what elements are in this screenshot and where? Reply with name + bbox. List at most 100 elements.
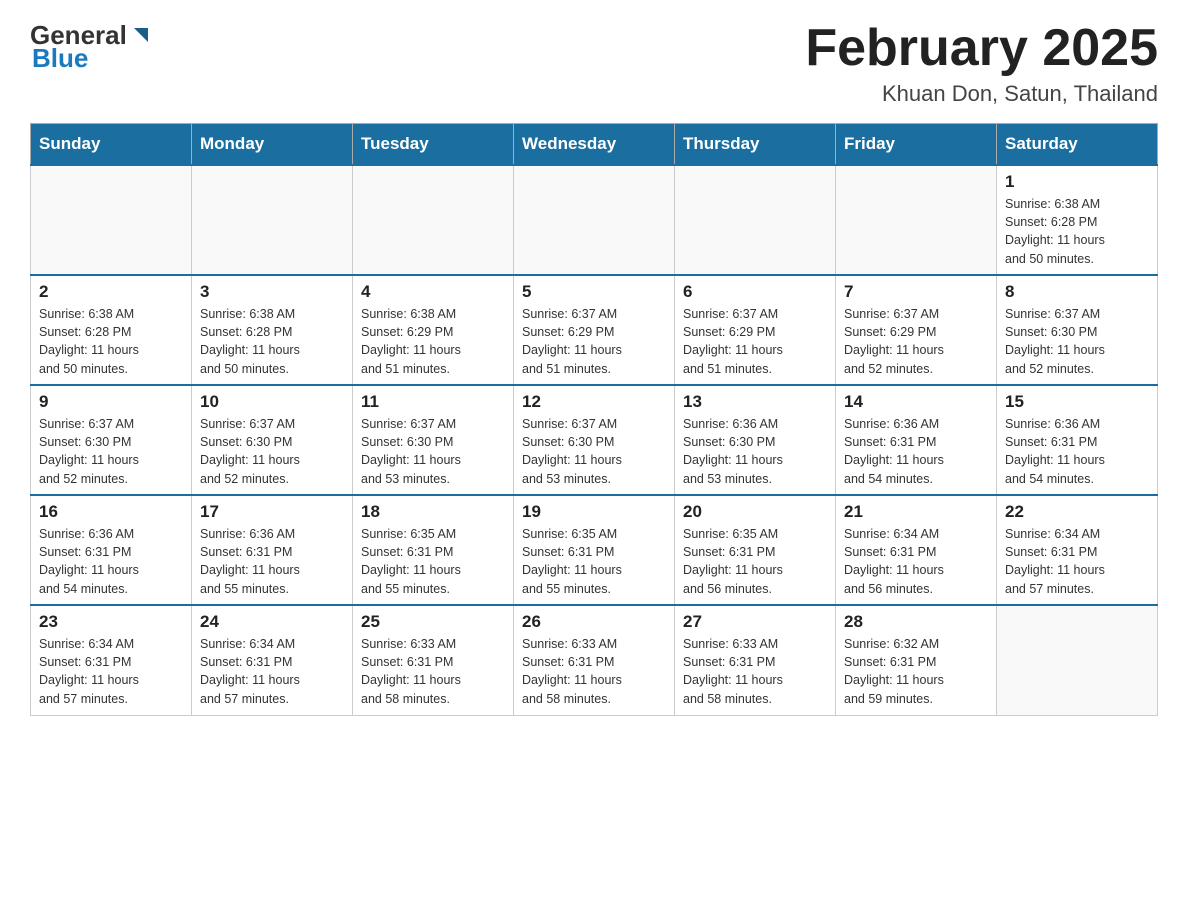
calendar-cell: 12 Sunrise: 6:37 AM Sunset: 6:30 PM Dayli… (514, 385, 675, 495)
day-number: 15 (1005, 392, 1149, 412)
weekday-header-thursday: Thursday (675, 124, 836, 166)
day-number: 23 (39, 612, 183, 632)
day-info: Sunrise: 6:36 AM Sunset: 6:31 PM Dayligh… (844, 415, 988, 488)
logo-blue-text: Blue (32, 43, 88, 74)
day-number: 20 (683, 502, 827, 522)
day-info: Sunrise: 6:35 AM Sunset: 6:31 PM Dayligh… (522, 525, 666, 598)
day-info: Sunrise: 6:36 AM Sunset: 6:31 PM Dayligh… (200, 525, 344, 598)
calendar-cell: 19 Sunrise: 6:35 AM Sunset: 6:31 PM Dayli… (514, 495, 675, 605)
calendar-cell: 26 Sunrise: 6:33 AM Sunset: 6:31 PM Dayli… (514, 605, 675, 715)
calendar-cell: 9 Sunrise: 6:37 AM Sunset: 6:30 PM Daylig… (31, 385, 192, 495)
calendar-cell: 23 Sunrise: 6:34 AM Sunset: 6:31 PM Dayli… (31, 605, 192, 715)
weekday-header-row: SundayMondayTuesdayWednesdayThursdayFrid… (31, 124, 1158, 166)
day-info: Sunrise: 6:33 AM Sunset: 6:31 PM Dayligh… (361, 635, 505, 708)
day-info: Sunrise: 6:37 AM Sunset: 6:29 PM Dayligh… (522, 305, 666, 378)
calendar-cell (836, 165, 997, 275)
calendar-cell: 25Sunrise: 6:33 AM Sunset: 6:31 PM Dayli… (353, 605, 514, 715)
day-number: 6 (683, 282, 827, 302)
calendar-cell: 24 Sunrise: 6:34 AM Sunset: 6:31 PM Dayli… (192, 605, 353, 715)
calendar-cell (514, 165, 675, 275)
day-number: 28 (844, 612, 988, 632)
day-number: 10 (200, 392, 344, 412)
day-info: Sunrise: 6:33 AM Sunset: 6:31 PM Dayligh… (683, 635, 827, 708)
day-info: Sunrise: 6:36 AM Sunset: 6:31 PM Dayligh… (1005, 415, 1149, 488)
calendar-cell: 10 Sunrise: 6:37 AM Sunset: 6:30 PM Dayli… (192, 385, 353, 495)
day-info: Sunrise: 6:37 AM Sunset: 6:30 PM Dayligh… (1005, 305, 1149, 378)
calendar-week-row: 9 Sunrise: 6:37 AM Sunset: 6:30 PM Daylig… (31, 385, 1158, 495)
location-title: Khuan Don, Satun, Thailand (805, 81, 1158, 107)
day-number: 13 (683, 392, 827, 412)
calendar-cell: 16 Sunrise: 6:36 AM Sunset: 6:31 PM Dayli… (31, 495, 192, 605)
day-info: Sunrise: 6:34 AM Sunset: 6:31 PM Dayligh… (200, 635, 344, 708)
calendar-cell: 7 Sunrise: 6:37 AM Sunset: 6:29 PM Daylig… (836, 275, 997, 385)
day-info: Sunrise: 6:38 AM Sunset: 6:29 PM Dayligh… (361, 305, 505, 378)
day-number: 7 (844, 282, 988, 302)
calendar-week-row: 23 Sunrise: 6:34 AM Sunset: 6:31 PM Dayli… (31, 605, 1158, 715)
day-info: Sunrise: 6:35 AM Sunset: 6:31 PM Dayligh… (361, 525, 505, 598)
calendar-cell: 2 Sunrise: 6:38 AM Sunset: 6:28 PM Daylig… (31, 275, 192, 385)
day-info: Sunrise: 6:34 AM Sunset: 6:31 PM Dayligh… (39, 635, 183, 708)
day-info: Sunrise: 6:32 AM Sunset: 6:31 PM Dayligh… (844, 635, 988, 708)
calendar-cell: 17 Sunrise: 6:36 AM Sunset: 6:31 PM Dayli… (192, 495, 353, 605)
weekday-header-wednesday: Wednesday (514, 124, 675, 166)
day-info: Sunrise: 6:37 AM Sunset: 6:30 PM Dayligh… (361, 415, 505, 488)
day-number: 5 (522, 282, 666, 302)
calendar-week-row: 2 Sunrise: 6:38 AM Sunset: 6:28 PM Daylig… (31, 275, 1158, 385)
calendar-cell: 14Sunrise: 6:36 AM Sunset: 6:31 PM Dayli… (836, 385, 997, 495)
day-number: 3 (200, 282, 344, 302)
title-area: February 2025 Khuan Don, Satun, Thailand (805, 20, 1158, 107)
day-number: 8 (1005, 282, 1149, 302)
day-number: 16 (39, 502, 183, 522)
calendar-cell: 15 Sunrise: 6:36 AM Sunset: 6:31 PM Dayli… (997, 385, 1158, 495)
day-number: 26 (522, 612, 666, 632)
weekday-header-tuesday: Tuesday (353, 124, 514, 166)
calendar-cell (353, 165, 514, 275)
calendar-cell: 28 Sunrise: 6:32 AM Sunset: 6:31 PM Dayli… (836, 605, 997, 715)
day-number: 2 (39, 282, 183, 302)
calendar-cell: 20 Sunrise: 6:35 AM Sunset: 6:31 PM Dayli… (675, 495, 836, 605)
logo: General Blue (30, 20, 152, 74)
day-info: Sunrise: 6:36 AM Sunset: 6:31 PM Dayligh… (39, 525, 183, 598)
day-number: 18 (361, 502, 505, 522)
calendar-cell: 27 Sunrise: 6:33 AM Sunset: 6:31 PM Dayli… (675, 605, 836, 715)
day-info: Sunrise: 6:38 AM Sunset: 6:28 PM Dayligh… (39, 305, 183, 378)
weekday-header-sunday: Sunday (31, 124, 192, 166)
calendar-cell (192, 165, 353, 275)
calendar-cell: 1Sunrise: 6:38 AM Sunset: 6:28 PM Daylig… (997, 165, 1158, 275)
day-number: 24 (200, 612, 344, 632)
day-info: Sunrise: 6:37 AM Sunset: 6:29 PM Dayligh… (844, 305, 988, 378)
calendar-cell (997, 605, 1158, 715)
day-info: Sunrise: 6:37 AM Sunset: 6:30 PM Dayligh… (200, 415, 344, 488)
day-info: Sunrise: 6:34 AM Sunset: 6:31 PM Dayligh… (844, 525, 988, 598)
calendar-cell: 11 Sunrise: 6:37 AM Sunset: 6:30 PM Dayli… (353, 385, 514, 495)
day-info: Sunrise: 6:33 AM Sunset: 6:31 PM Dayligh… (522, 635, 666, 708)
calendar-cell: 21 Sunrise: 6:34 AM Sunset: 6:31 PM Dayli… (836, 495, 997, 605)
day-info: Sunrise: 6:37 AM Sunset: 6:30 PM Dayligh… (522, 415, 666, 488)
day-number: 19 (522, 502, 666, 522)
calendar-cell: 22 Sunrise: 6:34 AM Sunset: 6:31 PM Dayli… (997, 495, 1158, 605)
day-number: 11 (361, 392, 505, 412)
day-info: Sunrise: 6:35 AM Sunset: 6:31 PM Dayligh… (683, 525, 827, 598)
calendar-cell (31, 165, 192, 275)
calendar-cell (675, 165, 836, 275)
calendar-table: SundayMondayTuesdayWednesdayThursdayFrid… (30, 123, 1158, 716)
day-number: 1 (1005, 172, 1149, 192)
day-info: Sunrise: 6:37 AM Sunset: 6:30 PM Dayligh… (39, 415, 183, 488)
day-number: 4 (361, 282, 505, 302)
calendar-cell: 5 Sunrise: 6:37 AM Sunset: 6:29 PM Daylig… (514, 275, 675, 385)
weekday-header-friday: Friday (836, 124, 997, 166)
weekday-header-saturday: Saturday (997, 124, 1158, 166)
day-number: 12 (522, 392, 666, 412)
day-info: Sunrise: 6:37 AM Sunset: 6:29 PM Dayligh… (683, 305, 827, 378)
day-info: Sunrise: 6:34 AM Sunset: 6:31 PM Dayligh… (1005, 525, 1149, 598)
logo-triangle-icon (130, 24, 152, 46)
calendar-week-row: 16 Sunrise: 6:36 AM Sunset: 6:31 PM Dayli… (31, 495, 1158, 605)
calendar-cell: 18 Sunrise: 6:35 AM Sunset: 6:31 PM Dayli… (353, 495, 514, 605)
day-number: 27 (683, 612, 827, 632)
day-number: 21 (844, 502, 988, 522)
day-number: 22 (1005, 502, 1149, 522)
header: General Blue February 2025 Khuan Don, Sa… (30, 20, 1158, 107)
day-number: 17 (200, 502, 344, 522)
calendar-cell: 4 Sunrise: 6:38 AM Sunset: 6:29 PM Daylig… (353, 275, 514, 385)
day-number: 9 (39, 392, 183, 412)
